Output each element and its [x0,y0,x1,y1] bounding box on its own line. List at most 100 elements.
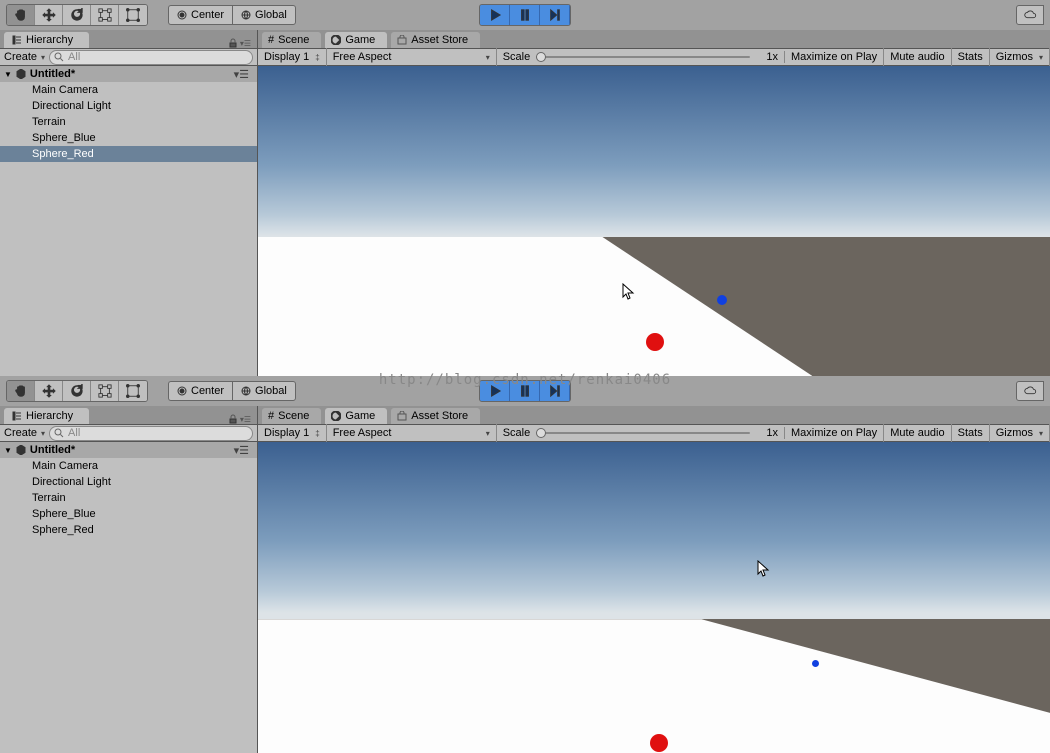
scale-label: Scale [503,51,531,63]
create-dropdown[interactable]: Create▾ [4,427,45,439]
play-button[interactable] [480,5,510,25]
aspect-dropdown[interactable]: Free Aspect▾ [327,424,497,442]
panel-menu-icon[interactable]: ▾☰ [240,39,251,48]
scene-menu-icon[interactable]: ▾☰ [234,444,253,457]
aspect-label: Free Aspect [333,427,392,439]
scale-slider[interactable]: Scale 1x [497,51,785,63]
asset-store-tab-label: Asset Store [411,410,468,422]
cloud-button[interactable] [1016,381,1044,401]
move-tool-button[interactable] [35,381,63,401]
pivot-global-button[interactable]: Global [232,381,296,401]
hierarchy-tab[interactable]: Hierarchy [4,408,89,424]
mute-label: Mute audio [890,51,944,63]
game-tab[interactable]: Game [325,32,387,48]
gizmos-dropdown[interactable]: Gizmos▾ [990,48,1050,66]
lock-icon[interactable] [228,414,238,424]
hierarchy-tab-label: Hierarchy [26,34,73,46]
stats-toggle[interactable]: Stats [952,424,990,442]
chevron-down-icon: ‡ [315,53,319,62]
foldout-arrow-icon: ▼ [4,70,12,79]
create-label: Create [4,51,37,63]
scene-header[interactable]: ▼ Untitled* ▾☰ [0,442,257,458]
search-icon [54,428,64,438]
hierarchy-item[interactable]: Terrain [0,490,257,506]
display-dropdown[interactable]: Display 1‡ [258,424,327,442]
display-dropdown[interactable]: Display 1 ‡ [258,48,327,66]
rotate-tool-button[interactable] [63,381,91,401]
rotate-tool-button[interactable] [63,5,91,25]
rect-tool-button[interactable] [119,5,147,25]
gizmos-dropdown[interactable]: Gizmos▾ [990,424,1050,442]
hierarchy-item[interactable]: Terrain [0,114,257,130]
hierarchy-search-input[interactable]: All [49,50,253,65]
hierarchy-tab[interactable]: Hierarchy [4,32,89,48]
asset-store-tab[interactable]: Asset Store [391,408,480,424]
stats-toggle[interactable]: Stats [952,48,990,66]
hierarchy-list: ▼ Untitled* ▾☰ Main Camera Directional L… [0,66,257,376]
scene-tab-label: Scene [278,410,309,422]
scale-value: 1x [756,51,778,63]
mute-label: Mute audio [890,427,944,439]
scene-tab[interactable]: #Scene [262,32,321,48]
cloud-button[interactable] [1016,5,1044,25]
move-tool-button[interactable] [35,5,63,25]
hierarchy-item[interactable]: Sphere_Blue [0,506,257,522]
hierarchy-item[interactable]: Sphere_Blue [0,130,257,146]
pause-button[interactable] [510,5,540,25]
slider-thumb[interactable] [536,52,546,62]
create-dropdown[interactable]: Create▾ [4,51,45,63]
game-toolbar: Display 1‡ Free Aspect▾ Scale 1x Maximiz… [258,424,1050,442]
slider-thumb[interactable] [536,428,546,438]
gizmos-label: Gizmos [996,51,1033,63]
slider-track[interactable] [536,56,750,58]
pivot-center-button[interactable]: Center [168,381,232,401]
scene-tab[interactable]: #Scene [262,408,321,424]
unity-editor-bottom: Center Global Hierarchy ▾☰ Create▾ All [0,376,1050,753]
hierarchy-search-input[interactable]: All [49,426,253,441]
hierarchy-toolbar: Create▾ All [0,48,257,66]
scale-value: 1x [756,427,778,439]
watermark-text: http://blog.csdn.net/renkai0406 [379,372,671,388]
hierarchy-item[interactable]: Directional Light [0,474,257,490]
step-button[interactable] [540,5,570,25]
hierarchy-item[interactable]: Directional Light [0,98,257,114]
lock-icon[interactable] [228,38,238,48]
chevron-down-icon: ▾ [1039,429,1043,438]
hierarchy-item-selected[interactable]: Sphere_Red [0,146,257,162]
hand-tool-button[interactable] [7,5,35,25]
transform-tools [6,4,148,26]
scale-tool-button[interactable] [91,381,119,401]
hierarchy-item-label: Sphere_Red [32,524,94,536]
hierarchy-item[interactable]: Sphere_Red [0,522,257,538]
aspect-dropdown[interactable]: Free Aspect▾ [327,48,497,66]
slider-track[interactable] [536,432,750,434]
game-view[interactable] [258,66,1050,376]
hierarchy-item[interactable]: Main Camera [0,458,257,474]
asset-store-tab[interactable]: Asset Store [391,32,480,48]
scene-header[interactable]: ▼ Untitled* ▾☰ [0,66,257,82]
unity-editor-top: Center Global Hierarchy ▾☰ Create▾ All [0,0,1050,376]
game-view[interactable] [258,442,1050,753]
maximize-toggle[interactable]: Maximize on Play [785,48,884,66]
pivot-center-label: Center [191,385,224,397]
scene-menu-icon[interactable]: ▾☰ [234,68,253,81]
scale-slider[interactable]: Scale 1x [497,427,785,439]
hierarchy-item-label: Sphere_Blue [32,508,96,520]
mute-toggle[interactable]: Mute audio [884,48,951,66]
pivot-center-button[interactable]: Center [168,5,232,25]
maximize-toggle[interactable]: Maximize on Play [785,424,884,442]
scale-tool-button[interactable] [91,5,119,25]
panel-menu-icon[interactable]: ▾☰ [240,415,251,424]
red-sphere [646,333,664,351]
mute-toggle[interactable]: Mute audio [884,424,951,442]
pivot-global-button[interactable]: Global [232,5,296,25]
main-toolbar: Center Global [0,0,1050,30]
game-tab[interactable]: Game [325,408,387,424]
maximize-label: Maximize on Play [791,427,877,439]
view-panel: #Scene Game Asset Store Display 1‡ Free … [258,406,1050,753]
hand-tool-button[interactable] [7,381,35,401]
display-label: Display 1 [264,51,309,63]
stats-label: Stats [958,427,983,439]
rect-tool-button[interactable] [119,381,147,401]
hierarchy-item[interactable]: Main Camera [0,82,257,98]
